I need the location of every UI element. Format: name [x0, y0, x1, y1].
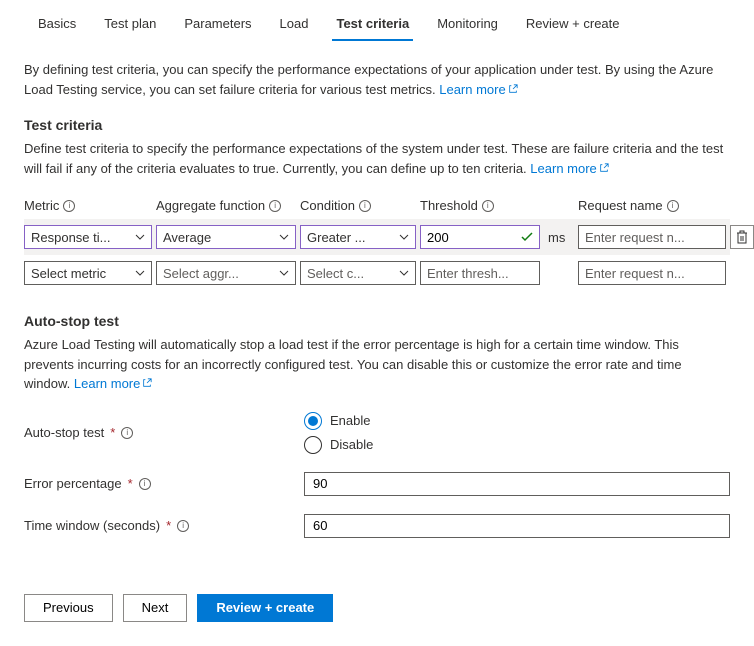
info-icon[interactable]: i [482, 200, 494, 212]
col-aggregate: Aggregate function i [156, 198, 296, 213]
external-link-icon [142, 378, 152, 388]
threshold-unit: ms [544, 230, 574, 245]
tab-load[interactable]: Load [266, 10, 323, 41]
info-icon[interactable]: i [359, 200, 371, 212]
criteria-section-title: Test criteria [24, 117, 730, 133]
info-icon[interactable]: i [177, 520, 189, 532]
autostop-learn-more-link[interactable]: Learn more [74, 376, 152, 391]
aggregate-dropdown[interactable]: Average [156, 225, 296, 249]
autostop-section-title: Auto-stop test [24, 313, 730, 329]
col-threshold: Threshold i [420, 198, 540, 213]
metric-dropdown[interactable]: Select metric [24, 261, 152, 285]
intro-text: By defining test criteria, you can speci… [24, 60, 730, 99]
autostop-enable-radio[interactable]: Enable [304, 412, 373, 430]
col-condition: Condition i [300, 198, 416, 213]
tab-basics[interactable]: Basics [24, 10, 90, 41]
external-link-icon [599, 163, 609, 173]
col-metric: Metric i [24, 198, 152, 213]
chevron-down-icon [279, 270, 289, 276]
tab-parameters[interactable]: Parameters [170, 10, 265, 41]
chevron-down-icon [135, 270, 145, 276]
col-request-name: Request name i [578, 198, 726, 213]
error-percentage-label: Error percentage * i [24, 476, 304, 491]
autostop-disable-radio[interactable]: Disable [304, 436, 373, 454]
threshold-input[interactable] [420, 225, 540, 249]
aggregate-dropdown[interactable]: Select aggr... [156, 261, 296, 285]
check-icon [521, 232, 533, 242]
info-icon[interactable]: i [139, 478, 151, 490]
condition-dropdown[interactable]: Greater ... [300, 225, 416, 249]
review-create-button[interactable]: Review + create [197, 594, 333, 622]
error-percentage-input[interactable] [304, 472, 730, 496]
time-window-label: Time window (seconds) * i [24, 518, 304, 533]
info-icon[interactable]: i [63, 200, 75, 212]
autostop-label: Auto-stop test * i [24, 425, 304, 440]
radio-icon [304, 436, 322, 454]
tab-test-plan[interactable]: Test plan [90, 10, 170, 41]
delete-row-button[interactable] [730, 225, 754, 249]
tab-review-create[interactable]: Review + create [512, 10, 634, 41]
radio-icon [304, 412, 322, 430]
criteria-learn-more-link[interactable]: Learn more [530, 161, 608, 176]
wizard-footer: Previous Next Review + create [24, 594, 730, 622]
chevron-down-icon [279, 234, 289, 240]
criteria-row: Response ti... Average Greater ... ms [24, 219, 730, 255]
request-name-input[interactable] [578, 261, 726, 285]
info-icon[interactable]: i [667, 200, 679, 212]
time-window-input[interactable] [304, 514, 730, 538]
autostop-section-desc: Azure Load Testing will automatically st… [24, 335, 730, 394]
trash-icon [736, 230, 748, 244]
chevron-down-icon [135, 234, 145, 240]
external-link-icon [508, 84, 518, 94]
threshold-input[interactable] [420, 261, 540, 285]
chevron-down-icon [399, 234, 409, 240]
info-icon[interactable]: i [269, 200, 281, 212]
next-button[interactable]: Next [123, 594, 188, 622]
condition-dropdown[interactable]: Select c... [300, 261, 416, 285]
metric-dropdown[interactable]: Response ti... [24, 225, 152, 249]
wizard-tabs: Basics Test plan Parameters Load Test cr… [24, 0, 730, 42]
request-name-input[interactable] [578, 225, 726, 249]
intro-learn-more-link[interactable]: Learn more [439, 82, 517, 97]
chevron-down-icon [399, 270, 409, 276]
previous-button[interactable]: Previous [24, 594, 113, 622]
criteria-section-desc: Define test criteria to specify the perf… [24, 139, 730, 178]
tab-test-criteria[interactable]: Test criteria [322, 10, 423, 41]
criteria-row-blank: Select metric Select aggr... Select c... [24, 255, 730, 291]
info-icon[interactable]: i [121, 427, 133, 439]
criteria-table: Metric i Aggregate function i Condition … [24, 192, 730, 291]
tab-monitoring[interactable]: Monitoring [423, 10, 512, 41]
